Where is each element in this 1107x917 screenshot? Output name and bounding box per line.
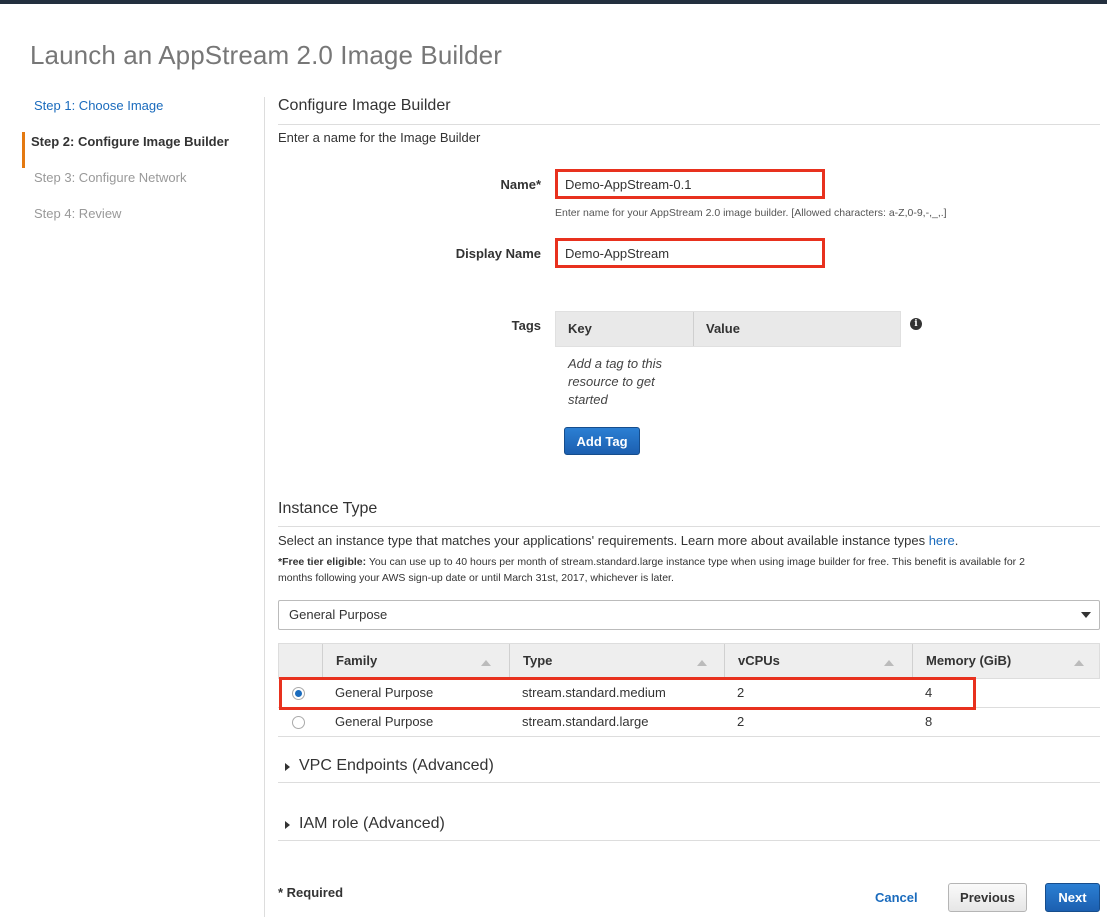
- sort-icon[interactable]: [697, 660, 707, 666]
- cell-family: General Purpose: [335, 685, 434, 700]
- top-bar: [0, 0, 1107, 4]
- wizard-steps: Step 1: Choose Image Step 2: Configure I…: [22, 96, 262, 240]
- cell-vcpus: 2: [737, 714, 745, 729]
- tags-value-header: Value: [706, 321, 740, 336]
- table-row[interactable]: General Purpose stream.standard.medium 2…: [278, 679, 1100, 708]
- step-configure-image-builder: Step 2: Configure Image Builder: [22, 132, 262, 168]
- cell-type: stream.standard.medium: [522, 685, 666, 700]
- add-tag-button[interactable]: Add Tag: [564, 427, 640, 455]
- instance-family-select[interactable]: General Purpose: [278, 600, 1100, 630]
- free-tier-label: *Free tier eligible:: [278, 556, 367, 568]
- name-input[interactable]: [555, 169, 825, 199]
- table-row[interactable]: General Purpose stream.standard.large 2 …: [278, 708, 1100, 737]
- configure-section-title: Configure Image Builder: [278, 97, 451, 114]
- column-header-family[interactable]: Family: [336, 644, 377, 678]
- iam-role-expander[interactable]: IAM role (Advanced): [278, 809, 1100, 841]
- sidebar-divider: [264, 97, 265, 917]
- tags-key-header: Key: [556, 312, 694, 346]
- required-note: * Required: [278, 885, 344, 900]
- name-help-text: Enter name for your AppStream 2.0 image …: [555, 207, 947, 219]
- instance-radio[interactable]: [292, 716, 305, 729]
- name-label: Name*: [500, 177, 541, 192]
- step-configure-network: Step 3: Configure Network: [34, 170, 187, 185]
- column-separator: [509, 644, 510, 678]
- column-separator: [912, 644, 913, 678]
- free-tier-text: You can use up to 40 hours per month of …: [278, 556, 1025, 584]
- previous-button[interactable]: Previous: [948, 883, 1027, 912]
- next-button[interactable]: Next: [1045, 883, 1100, 912]
- display-name-label: Display Name: [455, 246, 541, 261]
- instance-type-table: Family Type vCPUs Memory (GiB) General P…: [278, 643, 1100, 737]
- tags-table: Key Value Add a tag to this resource to …: [555, 311, 901, 407]
- column-header-memory[interactable]: Memory (GiB): [926, 644, 1011, 678]
- column-separator: [322, 644, 323, 678]
- instance-family-value: General Purpose: [289, 607, 388, 622]
- step-review: Step 4: Review: [34, 206, 122, 221]
- free-tier-note: *Free tier eligible: You can use up to 4…: [278, 554, 1058, 586]
- instance-type-title: Instance Type: [278, 500, 378, 517]
- instance-description-text: Select an instance type that matches you…: [278, 533, 926, 548]
- caret-right-icon: [285, 821, 290, 829]
- column-separator: [724, 644, 725, 678]
- tags-table-header: Key Value: [555, 311, 901, 347]
- vpc-endpoints-expander[interactable]: VPC Endpoints (Advanced): [278, 751, 1100, 783]
- table-header: Family Type vCPUs Memory (GiB): [278, 643, 1100, 679]
- instance-radio-selected[interactable]: [292, 687, 305, 700]
- caret-right-icon: [285, 763, 290, 771]
- instance-types-link[interactable]: here: [929, 533, 955, 548]
- display-name-input[interactable]: [555, 238, 825, 268]
- vpc-endpoints-label: VPC Endpoints (Advanced): [299, 757, 494, 774]
- cancel-button[interactable]: Cancel: [875, 890, 918, 905]
- tags-label: Tags: [511, 318, 541, 333]
- tags-empty-message: Add a tag to this resource to get starte…: [568, 356, 662, 407]
- configure-subtitle: Enter a name for the Image Builder: [278, 130, 481, 145]
- sort-icon[interactable]: [481, 660, 491, 666]
- step-choose-image[interactable]: Step 1: Choose Image: [22, 96, 262, 132]
- page-title: Launch an AppStream 2.0 Image Builder: [30, 40, 503, 70]
- column-header-vcpus[interactable]: vCPUs: [738, 644, 780, 678]
- section-divider: [278, 124, 1100, 125]
- cell-type: stream.standard.large: [522, 714, 649, 729]
- instance-description-period: .: [954, 533, 959, 548]
- info-icon[interactable]: i: [910, 318, 922, 330]
- instance-type-description: Select an instance type that matches you…: [278, 533, 958, 548]
- cell-memory: 8: [925, 714, 933, 729]
- column-header-type[interactable]: Type: [523, 644, 552, 678]
- cell-vcpus: 2: [737, 685, 745, 700]
- iam-role-label: IAM role (Advanced): [299, 815, 445, 832]
- cell-memory: 4: [925, 685, 933, 700]
- sort-icon[interactable]: [1074, 660, 1084, 666]
- section-divider: [278, 526, 1100, 527]
- sort-icon[interactable]: [884, 660, 894, 666]
- cell-family: General Purpose: [335, 714, 434, 729]
- chevron-down-icon: [1081, 612, 1091, 618]
